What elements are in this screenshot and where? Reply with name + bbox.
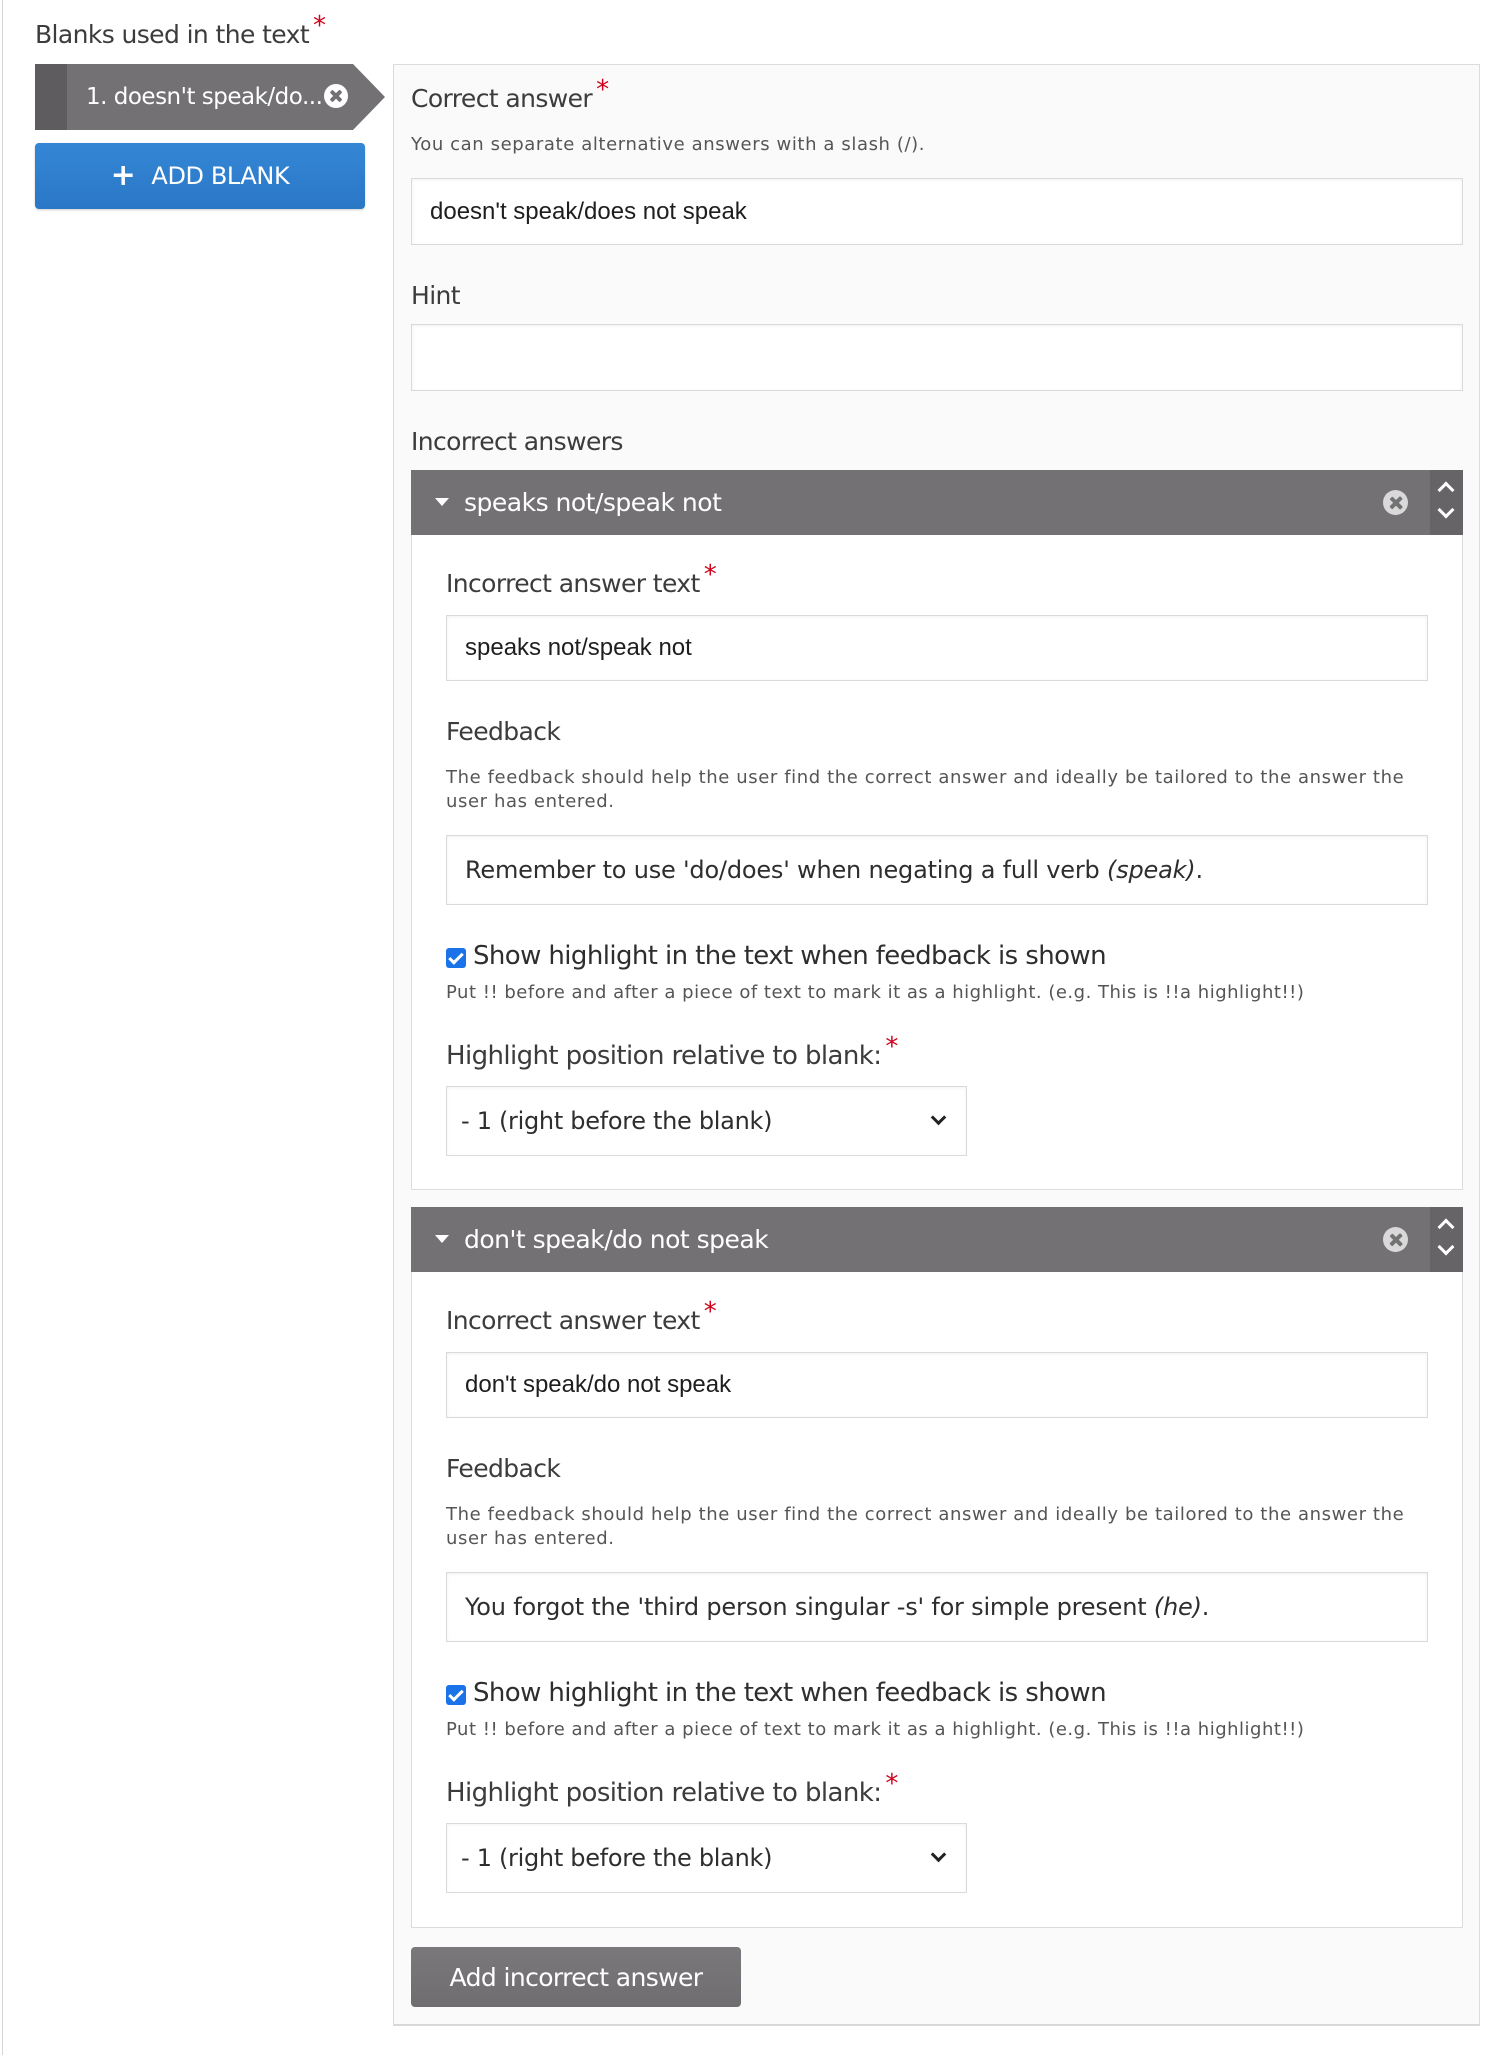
add-blank-label: ADD BLANK: [151, 162, 290, 190]
hint-input[interactable]: [411, 324, 1463, 391]
drag-handle[interactable]: [35, 64, 67, 130]
reorder-controls: [1430, 1207, 1463, 1272]
required-mark: *: [703, 1297, 717, 1327]
incorrect-answer-text-input[interactable]: don't speak/do not speak: [446, 1352, 1428, 1418]
show-highlight-description: Put !! before and after a piece of text …: [446, 1719, 1305, 1740]
feedback-text: You forgot the 'third person singular -s…: [465, 1593, 1210, 1621]
close-circle-icon[interactable]: [324, 84, 348, 108]
required-mark: *: [313, 11, 326, 41]
move-down-icon[interactable]: [1437, 1238, 1455, 1256]
active-tab-arrow: [353, 64, 385, 130]
highlight-position-value: - 1 (right before the blank): [461, 1844, 773, 1872]
highlight-position-label-text: Highlight position relative to blank:: [446, 1041, 882, 1071]
blanks-heading: Blanks used in the text *: [35, 11, 326, 50]
feedback-description: The feedback should help the user find t…: [446, 767, 1405, 812]
incorrect-answer-header-1[interactable]: speaks not/speak not: [411, 470, 1463, 535]
feedback-description: The feedback should help the user find t…: [446, 1504, 1405, 1549]
feedback-input[interactable]: Remember to use 'do/does' when negating …: [446, 835, 1428, 905]
incorrect-answer-text-label-text: Incorrect answer text: [446, 569, 700, 598]
show-highlight-checkbox[interactable]: [446, 948, 466, 968]
feedback-text: Remember to use 'do/does' when negating …: [465, 856, 1203, 884]
add-blank-button[interactable]: + ADD BLANK: [35, 143, 365, 209]
show-highlight-checkbox[interactable]: [446, 1685, 466, 1705]
plus-icon: +: [110, 158, 136, 193]
remove-circle-icon[interactable]: [1383, 490, 1408, 515]
chevron-down-icon: [930, 1109, 947, 1126]
show-highlight-label[interactable]: Show highlight in the text when feedback…: [473, 1678, 1107, 1708]
move-up-icon[interactable]: [1437, 1218, 1455, 1236]
page-left-border: [2, 0, 3, 2055]
collapse-triangle-icon[interactable]: [435, 498, 449, 506]
required-mark: *: [596, 75, 609, 105]
highlight-position-select[interactable]: - 1 (right before the blank): [446, 1823, 967, 1893]
required-mark: *: [885, 1032, 898, 1062]
correct-answer-label-text: Correct answer: [411, 84, 593, 113]
incorrect-answer-title: don't speak/do not speak: [464, 1225, 769, 1254]
show-highlight-label[interactable]: Show highlight in the text when feedback…: [473, 941, 1107, 971]
highlight-position-value: - 1 (right before the blank): [461, 1107, 773, 1135]
correct-answer-input[interactable]: doesn't speak/does not speak: [411, 178, 1463, 245]
move-down-icon[interactable]: [1437, 501, 1455, 519]
hint-label: Hint: [411, 281, 461, 310]
incorrect-answer-text-value: speaks not/speak not: [465, 634, 692, 661]
feedback-label: Feedback: [446, 717, 561, 746]
reorder-controls: [1430, 470, 1463, 535]
incorrect-answers-label: Incorrect answers: [411, 427, 623, 456]
incorrect-answer-text-value: don't speak/do not speak: [465, 1371, 732, 1398]
required-mark: *: [885, 1769, 898, 1799]
incorrect-answer-text-label: Incorrect answer text *: [446, 560, 717, 599]
feedback-label: Feedback: [446, 1454, 561, 1483]
feedback-emphasis: (speak): [1107, 856, 1196, 884]
chevron-down-icon: [930, 1846, 947, 1863]
correct-answer-value: doesn't speak/does not speak: [430, 197, 747, 225]
correct-answer-description: You can separate alternative answers wit…: [411, 134, 926, 155]
blanks-heading-text: Blanks used in the text: [35, 20, 310, 49]
highlight-position-label: Highlight position relative to blank: *: [446, 1032, 898, 1071]
incorrect-answer-text-label-text: Incorrect answer text: [446, 1306, 700, 1335]
show-highlight-description: Put !! before and after a piece of text …: [446, 982, 1305, 1003]
remove-circle-icon[interactable]: [1383, 1227, 1408, 1252]
highlight-position-label-text: Highlight position relative to blank:: [446, 1778, 882, 1808]
correct-answer-label: Correct answer *: [411, 75, 609, 114]
add-incorrect-answer-button[interactable]: Add incorrect answer: [411, 1947, 741, 2007]
collapse-triangle-icon[interactable]: [435, 1235, 449, 1243]
incorrect-answer-text-label: Incorrect answer text *: [446, 1297, 717, 1336]
highlight-position-label: Highlight position relative to blank: *: [446, 1769, 898, 1808]
blank-tab-1[interactable]: 1. doesn't speak/do...: [35, 64, 385, 130]
highlight-position-select[interactable]: - 1 (right before the blank): [446, 1086, 967, 1156]
incorrect-answer-header-2[interactable]: don't speak/do not speak: [411, 1207, 1463, 1272]
required-mark: *: [703, 560, 717, 590]
blank-tab-label: 1. doesn't speak/do...: [86, 84, 323, 110]
feedback-emphasis: (he): [1153, 1593, 1202, 1621]
move-up-icon[interactable]: [1437, 481, 1455, 499]
incorrect-answer-text-input[interactable]: speaks not/speak not: [446, 615, 1428, 681]
incorrect-answer-title: speaks not/speak not: [464, 488, 722, 517]
feedback-input[interactable]: You forgot the 'third person singular -s…: [446, 1572, 1428, 1642]
